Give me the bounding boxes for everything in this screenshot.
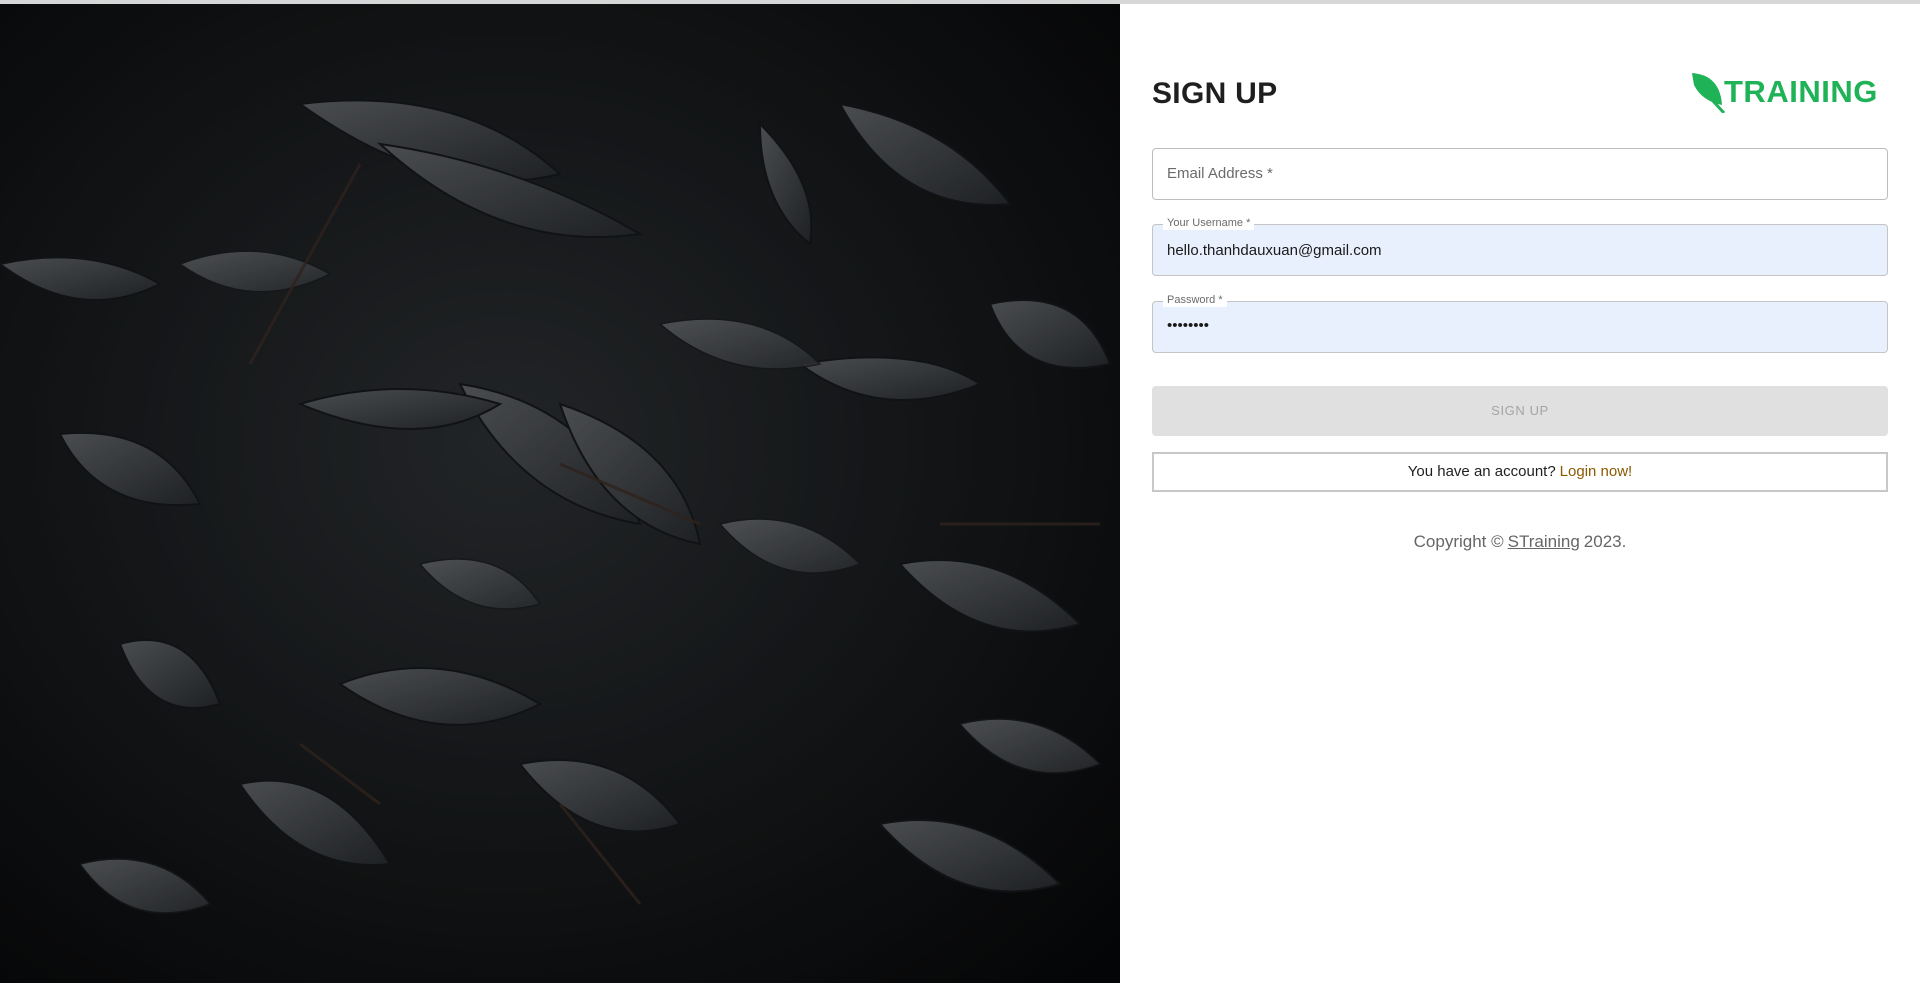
username-value: hello.thanhdauxuan@gmail.com	[1167, 242, 1382, 259]
login-prompt-text: You have an account?	[1407, 463, 1556, 480]
password-field[interactable]: Password * ••••••••	[1152, 293, 1888, 353]
password-value: ••••••••	[1167, 317, 1210, 334]
page-title: SIGN UP	[1152, 77, 1278, 110]
copyright: Copyright © STraining 2023.	[1152, 532, 1888, 552]
username-field[interactable]: Your Username * hello.thanhdauxuan@gmail…	[1152, 216, 1888, 276]
copyright-prefix: Copyright ©	[1413, 532, 1504, 551]
copyright-year: 2023.	[1583, 532, 1627, 551]
hero-photo-leaves	[0, 4, 1120, 983]
password-label: Password *	[1163, 293, 1227, 307]
brand-logo-text: TRAINING	[1724, 74, 1878, 109]
username-label: Your Username *	[1163, 216, 1255, 230]
signup-panel: SIGN UP TRAINING Email Address * Your Us…	[1120, 4, 1920, 983]
brand-link[interactable]: STraining	[1508, 532, 1580, 551]
brand-logo: TRAINING	[1690, 68, 1878, 116]
login-now-link[interactable]: Login now!	[1560, 463, 1633, 480]
leaf-icon	[1692, 73, 1726, 113]
signup-button[interactable]: SIGN UP	[1152, 386, 1888, 436]
email-field[interactable]: Email Address *	[1152, 148, 1888, 200]
email-placeholder: Email Address *	[1167, 165, 1273, 182]
login-prompt: You have an account? Login now!	[1152, 452, 1888, 492]
